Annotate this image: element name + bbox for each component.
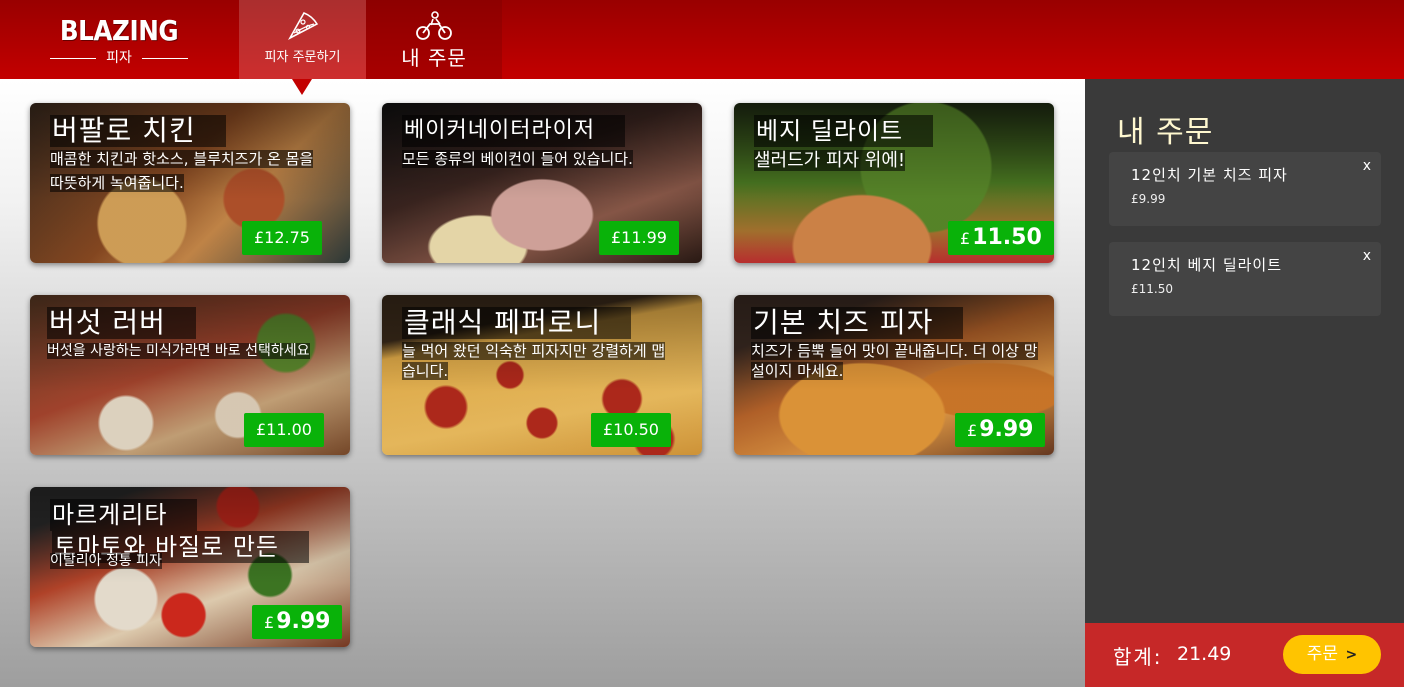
price-button[interactable]: £10.50 <box>591 413 671 447</box>
chevron-right-icon: > <box>1345 647 1358 663</box>
card-description: 매콤한 치킨과 핫소스, 블루치즈가 온 몸을 따뜻하게 녹여줍니다. <box>50 150 314 192</box>
order-item: 12인치 베지 딜라이트 £11.50 x <box>1109 242 1381 316</box>
order-item: 12인치 기본 치즈 피자 £9.99 x <box>1109 152 1381 226</box>
card-description: 늘 먹어 왔던 익숙한 피자지만 강렬하게 맵습니다. <box>402 342 666 380</box>
currency-symbol: £ <box>264 613 275 632</box>
total-value: 21.49 <box>1177 643 1232 665</box>
card-description: 버섯을 사랑하는 미식가라면 바로 선택하세요 <box>47 343 310 359</box>
top-bar: BLAZING 피자 피자 주문하기 내 주문 <box>0 0 1404 79</box>
card-title: 베이커네이터라이저 <box>402 115 626 147</box>
currency-symbol: £ <box>967 421 978 440</box>
card-description: 이탈리아 정통 피자 <box>50 553 162 569</box>
price-button[interactable]: £12.75 <box>242 221 322 255</box>
pizza-card-basic-cheese[interactable]: 기본 치즈 피자 치즈가 듬뿍 들어 맛이 끝내줍니다. 더 이상 망설이지 마… <box>734 295 1054 455</box>
order-item-price: £11.50 <box>1131 282 1173 296</box>
price-button[interactable]: £9.99 <box>252 605 343 639</box>
card-description: 치즈가 듬뿍 들어 맛이 끝내줍니다. 더 이상 망설이지 마세요. <box>751 342 1038 380</box>
order-item-name: 12인치 기본 치즈 피자 <box>1131 166 1288 184</box>
order-button[interactable]: 주문 > <box>1283 635 1381 674</box>
price-button[interactable]: £11.99 <box>599 221 679 255</box>
pizza-card-baconatorizer[interactable]: 베이커네이터라이저 모든 종류의 베이컨이 들어 있습니다. £11.99 <box>382 103 702 263</box>
currency-symbol: £ <box>960 229 971 248</box>
card-description: 샐러드가 피자 위에! <box>754 150 906 171</box>
tab-my-orders-label: 내 주문 <box>401 46 467 70</box>
pizza-card-classic-pepperoni[interactable]: 클래식 페퍼로니 늘 먹어 왔던 익숙한 피자지만 강렬하게 맵습니다. £10… <box>382 295 702 455</box>
active-tab-indicator <box>292 79 312 95</box>
card-title: 버팔로 치킨 <box>50 115 226 147</box>
total-label: 합계: <box>1113 645 1163 669</box>
motorbike-icon <box>416 11 452 40</box>
order-item-price: £9.99 <box>1131 192 1166 206</box>
card-title: 마르게리타 <box>50 499 198 531</box>
logo-text: BLAZING <box>59 14 179 47</box>
logo[interactable]: BLAZING 피자 <box>48 14 190 68</box>
price-button[interactable]: £9.99 <box>955 413 1046 447</box>
logo-subtext: 피자 <box>48 50 190 66</box>
pizza-card-buffalo-chicken[interactable]: 버팔로 치킨 매콤한 치킨과 핫소스, 블루치즈가 온 몸을 따뜻하게 녹여줍니… <box>30 103 350 263</box>
price-button[interactable]: £11.50 <box>948 221 1054 255</box>
pizza-card-veggie-delight[interactable]: 베지 딜라이트 샐러드가 피자 위에! £11.50 <box>734 103 1054 263</box>
pizza-card-mushroom-lover[interactable]: 버섯 러버 버섯을 사랑하는 미식가라면 바로 선택하세요 £11.00 <box>30 295 350 455</box>
card-description: 모든 종류의 베이컨이 들어 있습니다. <box>402 150 633 168</box>
card-title: 베지 딜라이트 <box>754 115 934 147</box>
card-title: 클래식 페퍼로니 <box>402 307 632 339</box>
tab-order-pizza[interactable]: 피자 주문하기 <box>239 0 366 79</box>
order-footer: 합계: 21.49 주문 > <box>1085 623 1404 687</box>
order-button-label: 주문 <box>1306 644 1339 664</box>
card-title: 기본 치즈 피자 <box>751 307 964 339</box>
tab-my-orders[interactable]: 내 주문 <box>366 0 502 79</box>
card-title: 버섯 러버 <box>47 307 196 339</box>
remove-item-button[interactable]: x <box>1363 158 1371 174</box>
pizza-slice-icon <box>287 12 318 40</box>
order-sidebar: 내 주문 12인치 기본 치즈 피자 £9.99 x 12인치 베지 딜라이트 … <box>1085 79 1404 623</box>
order-item-name: 12인치 베지 딜라이트 <box>1131 256 1283 274</box>
remove-item-button[interactable]: x <box>1363 248 1371 264</box>
price-button[interactable]: £11.00 <box>244 413 324 447</box>
pizza-card-margherita[interactable]: 마르게리타 토마토와 바질로 만든 이탈리아 정통 피자 £9.99 <box>30 487 350 647</box>
tab-order-pizza-label: 피자 주문하기 <box>264 50 341 65</box>
sidebar-title: 내 주문 <box>1117 115 1214 150</box>
